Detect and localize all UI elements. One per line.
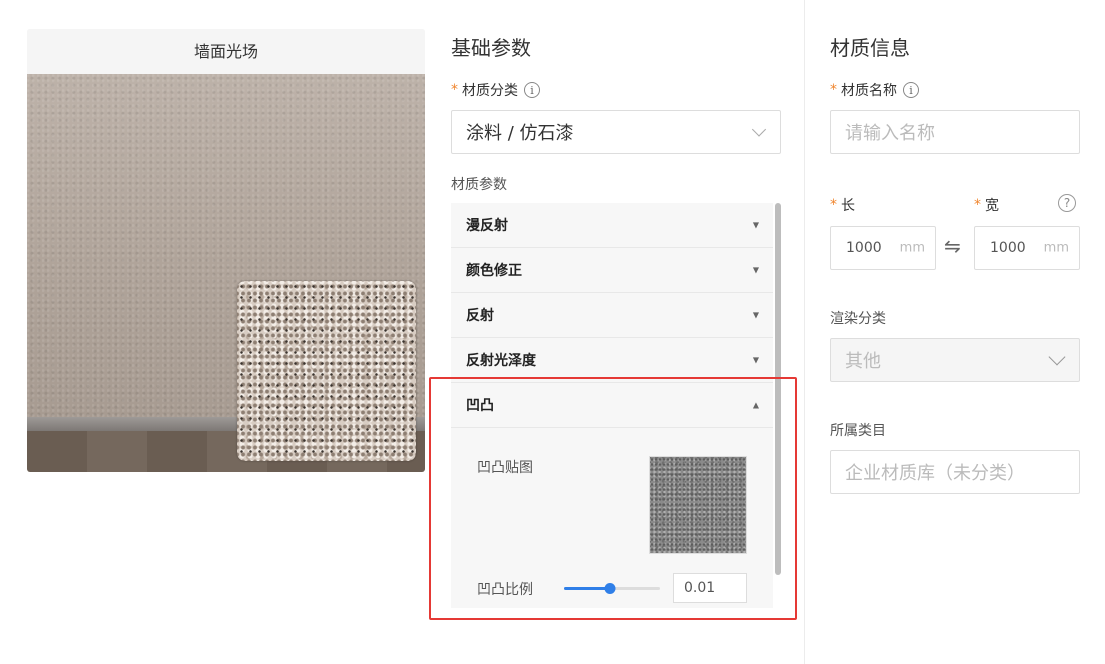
width-label-text: 宽	[985, 198, 999, 214]
accordion-item-reflection[interactable]: 反射 ▼	[451, 293, 773, 338]
render-category-select: 其他	[830, 338, 1080, 382]
required-mark: *	[974, 197, 981, 213]
width-unit: mm	[1043, 240, 1069, 256]
accordion-item-label: 反射	[466, 308, 494, 324]
info-circle-icon[interactable]: i	[903, 82, 919, 98]
required-mark: *	[451, 82, 458, 98]
material-params-label: 材质参数	[451, 177, 507, 193]
length-input[interactable]: 1000 mm	[830, 226, 936, 270]
render-category-label: 渲染分类	[830, 311, 886, 327]
catalog-placeholder: 企业材质库（未分类）	[845, 463, 1025, 484]
material-name-label-text: 材质名称	[841, 83, 897, 99]
accordion-item-label: 漫反射	[466, 218, 508, 234]
render-category-value: 其他	[845, 351, 881, 372]
caret-up-icon: ▲	[752, 400, 759, 410]
category-label-text: 材质分类	[462, 83, 518, 99]
category-label: * 材质分类 i	[451, 80, 540, 100]
width-input[interactable]: 1000 mm	[974, 226, 1080, 270]
bump-ratio-value: 0.01	[684, 580, 716, 596]
material-name-label: * 材质名称 i	[830, 80, 919, 100]
material-name-input[interactable]: 请输入名称	[830, 110, 1080, 154]
length-label: * 长	[830, 195, 855, 215]
accordion-item-label: 凹凸	[466, 398, 494, 414]
swap-arrows-icon[interactable]: ⇋	[944, 234, 961, 258]
caret-down-icon: ▼	[752, 220, 759, 230]
accordion-item-label: 颜色修正	[466, 263, 522, 279]
preview-title: 墙面光场	[27, 29, 425, 74]
width-value: 1000	[990, 240, 1026, 256]
chevron-down-icon	[751, 122, 767, 137]
category-select[interactable]: 涂料 / 仿石漆	[451, 110, 781, 154]
material-info-title: 材质信息	[830, 36, 910, 60]
caret-down-icon: ▼	[752, 265, 759, 275]
column-divider	[804, 0, 805, 664]
catalog-input[interactable]: 企业材质库（未分类）	[830, 450, 1080, 494]
chevron-down-icon	[1048, 348, 1066, 366]
info-circle-icon[interactable]: i	[524, 82, 540, 98]
accordion-item-bump[interactable]: 凹凸 ▲	[451, 383, 773, 428]
accordion-item-reflection-glossiness[interactable]: 反射光泽度 ▼	[451, 338, 773, 383]
bump-map-thumbnail[interactable]	[649, 456, 747, 554]
required-mark: *	[830, 82, 837, 98]
preview-card: 墙面光场	[27, 29, 425, 472]
question-circle-icon[interactable]: ?	[1058, 194, 1076, 212]
catalog-label: 所属类目	[830, 423, 886, 439]
accordion-scrollbar[interactable]	[774, 203, 782, 608]
slider-fill	[564, 587, 611, 590]
bump-ratio-input[interactable]: 0.01	[673, 573, 747, 603]
length-label-text: 长	[841, 198, 855, 214]
width-label: * 宽	[974, 195, 999, 215]
bump-panel: 凹凸贴图 凹凸比例 0.01	[451, 428, 773, 608]
wall-scene-preview	[27, 74, 425, 472]
length-value: 1000	[846, 240, 882, 256]
slider-handle[interactable]	[604, 583, 616, 594]
accordion-item-diffuse[interactable]: 漫反射 ▼	[451, 203, 773, 248]
caret-down-icon: ▼	[752, 310, 759, 320]
bump-map-label: 凹凸贴图	[477, 460, 533, 476]
bump-ratio-label: 凹凸比例	[477, 582, 533, 598]
basic-params-title: 基础参数	[451, 36, 531, 60]
length-unit: mm	[899, 240, 925, 256]
required-mark: *	[830, 197, 837, 213]
accordion-item-label: 反射光泽度	[466, 353, 536, 369]
material-params-accordion: 漫反射 ▼ 颜色修正 ▼ 反射 ▼ 反射光泽度 ▼ 凹凸 ▲ 凹凸贴图 凹凸比例…	[451, 203, 773, 608]
bump-ratio-slider[interactable]	[564, 583, 660, 594]
material-swatch	[237, 281, 416, 461]
category-select-value: 涂料 / 仿石漆	[466, 123, 574, 144]
accordion-item-color-correction[interactable]: 颜色修正 ▼	[451, 248, 773, 293]
material-name-placeholder: 请输入名称	[845, 123, 935, 144]
scrollbar-thumb[interactable]	[775, 203, 781, 575]
caret-down-icon: ▼	[752, 355, 759, 365]
